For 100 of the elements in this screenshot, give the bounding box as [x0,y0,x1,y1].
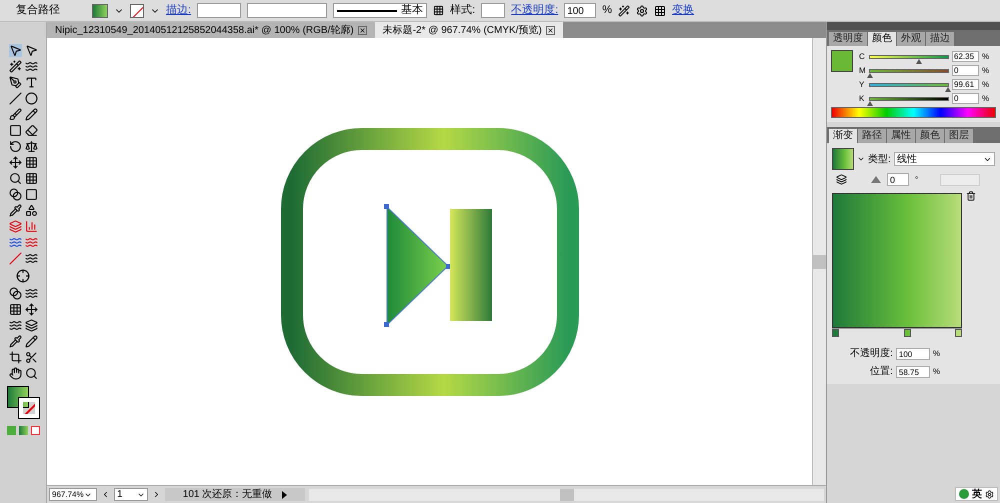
wand-icon[interactable] [618,4,630,16]
stroke-weight-field[interactable] [197,3,242,18]
horizontal-scrollbar[interactable] [309,488,824,500]
type-dropdown[interactable]: 线性 [894,152,995,166]
tool-icon[interactable] [24,76,38,89]
tool-icon[interactable] [24,367,38,380]
tool-icon[interactable] [24,44,38,57]
tool-icon[interactable] [8,303,22,316]
tool-icon[interactable] [8,44,22,57]
zoom-dropdown[interactable]: 967.74% [49,488,97,501]
next-page-icon[interactable] [152,490,161,499]
grid-icon[interactable] [433,5,444,16]
close-icon[interactable] [358,26,367,34]
slider-thumb[interactable] [916,58,922,64]
stroke-link[interactable]: 描边: [166,2,192,19]
panel-tab[interactable]: 外观 [897,32,925,46]
close-icon[interactable] [546,26,555,34]
opacity-field[interactable]: 100 [896,348,930,360]
aspect-ratio-field [940,174,980,186]
tool-icon[interactable] [8,108,22,121]
tool-icon[interactable] [24,335,38,348]
align-icon[interactable] [654,4,666,16]
panel-tab[interactable]: 渐变 [829,129,857,143]
tool-icon[interactable] [24,319,38,332]
channel-value-field[interactable]: 62.35 [952,51,979,62]
ime-language[interactable]: 英 [972,486,982,502]
tool-icon[interactable] [8,367,22,380]
tool-icon[interactable] [24,124,38,137]
tool-icon[interactable] [24,156,38,169]
fill-swatch[interactable] [92,4,108,18]
settings-icon[interactable] [636,4,648,16]
channel-value-field[interactable]: 0 [952,65,979,76]
color-mode-icon[interactable] [6,426,16,435]
tool-icon[interactable] [8,204,22,217]
stroke-color-swatch[interactable] [19,398,39,418]
channel-value-field[interactable]: 0 [952,93,979,104]
opacity-link[interactable]: 不透明度: [511,2,558,19]
tool-icon[interactable] [24,92,38,105]
panel-tab[interactable]: 描边 [926,32,954,46]
variable-width-field[interactable] [247,3,328,18]
location-field[interactable]: 58.75 [896,366,930,378]
tool-icon[interactable] [24,60,38,73]
first-page-icon[interactable] [101,490,110,499]
document-tab[interactable]: Nipic_12310549_20140512125852044358.ai* @ 100% (RGB/轮廓) [47,22,375,38]
panel-tab[interactable]: 颜色 [868,32,896,46]
tool-icon[interactable] [24,252,38,265]
tool-icon[interactable] [8,319,22,332]
vertical-scrollbar[interactable] [812,38,826,485]
color-swatch[interactable] [831,50,853,72]
opacity-field[interactable]: 100 [564,3,596,18]
tool-icon[interactable] [8,92,22,105]
angle-field[interactable]: 0 [887,173,909,186]
tool-icon[interactable] [8,351,22,364]
panel-tab[interactable]: 路径 [858,129,886,143]
panel-tab[interactable]: 透明度 [829,32,867,46]
tool-icon[interactable] [8,60,22,73]
percent-label: % [982,64,990,76]
artboard-dropdown[interactable]: 1 [114,488,148,501]
gradient-swatch[interactable] [832,148,854,170]
tool-icon[interactable] [24,108,38,121]
style-dropdown[interactable] [481,3,506,18]
percent-label: % [932,348,940,360]
gradient-stop-track[interactable] [832,328,962,337]
history-status[interactable]: 101 次还原：无重做 [165,488,305,501]
document-tab[interactable]: 未标题-2* @ 967.74% (CMYK/预览) [374,22,563,38]
gradient-preview[interactable] [832,193,962,328]
panel-tab[interactable]: 图层 [945,129,973,143]
tool-icon[interactable] [24,303,38,316]
brush-dropdown[interactable]: 基本 [333,3,428,18]
tool-icon[interactable] [24,204,38,217]
tool-icon[interactable] [24,140,38,153]
crosshair-icon[interactable] [16,269,30,283]
tool-icon[interactable] [8,124,22,137]
ime-toolbar[interactable]: 英 [955,487,998,501]
panel-tab[interactable]: 颜色 [916,129,944,143]
channel-value-field[interactable]: 99.61 [952,79,979,90]
tool-icon[interactable] [24,172,38,185]
gradient-stop[interactable] [955,329,962,337]
tool-icon[interactable] [24,188,38,201]
gradient-mode-icon[interactable] [18,426,28,435]
delete-icon[interactable] [966,191,976,201]
gradient-stop[interactable] [904,329,912,337]
tool-icon[interactable] [24,287,38,300]
none-mode-icon[interactable] [30,426,40,435]
tool-icon[interactable] [8,76,22,89]
tool-icon[interactable] [8,172,22,185]
tool-icon[interactable] [8,287,22,300]
slider-thumb[interactable] [867,72,873,78]
tool-icon[interactable] [8,156,22,169]
tool-icon[interactable] [8,188,22,201]
tool-icon[interactable] [8,140,22,153]
tool-icon[interactable] [24,351,38,364]
panel-tab[interactable]: 属性 [887,129,915,143]
tool-icon[interactable] [8,335,22,348]
dropdown-icon[interactable] [857,155,865,163]
settings-icon[interactable] [985,490,994,498]
color-spectrum[interactable] [831,107,996,118]
transform-link[interactable]: 变换 [672,2,694,19]
stroke-swatch[interactable] [130,4,144,18]
reverse-gradient-icon[interactable] [836,174,847,185]
